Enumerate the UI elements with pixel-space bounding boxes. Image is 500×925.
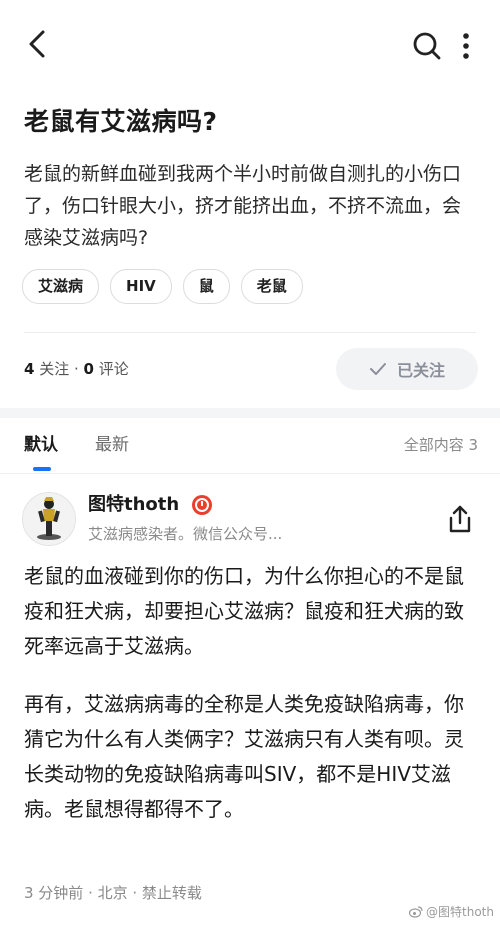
tag-mouse[interactable]: 老鼠 bbox=[240, 269, 303, 304]
avatar[interactable] bbox=[22, 492, 76, 546]
follow-count: 4 bbox=[24, 360, 35, 378]
all-content-count[interactable]: 全部内容 3 bbox=[404, 434, 478, 455]
question-title: 老鼠有艾滋病吗? bbox=[24, 107, 218, 136]
figurine-avatar-image bbox=[23, 493, 75, 545]
active-tab-indicator bbox=[33, 467, 51, 471]
answer-body: 老鼠的血液碰到你的伤口，为什么你担心的不是鼠疫和狂犬病，却要担心艾滋病？鼠疫和狂… bbox=[24, 559, 480, 850]
tab-default[interactable]: 默认 bbox=[24, 432, 58, 458]
followed-button-label: 已关注 bbox=[396, 361, 445, 380]
weibo-logo-icon bbox=[409, 905, 423, 918]
tag-aids[interactable]: 艾滋病 bbox=[22, 269, 100, 304]
check-icon bbox=[369, 363, 386, 375]
tag-rat[interactable]: 鼠 bbox=[182, 269, 230, 304]
answer-tabs: 默认 最新 全部内容 3 bbox=[0, 418, 500, 474]
followed-button[interactable]: 已关注 bbox=[336, 348, 478, 390]
verified-badge-icon bbox=[192, 495, 212, 515]
watermark-text: @图特thoth bbox=[426, 905, 494, 919]
more-vertical-icon[interactable] bbox=[458, 30, 474, 62]
share-icon[interactable] bbox=[446, 504, 474, 534]
divider bbox=[24, 332, 476, 333]
follow-label: 关注 · bbox=[34, 360, 84, 378]
search-icon[interactable] bbox=[412, 30, 442, 62]
author-bio: 艾滋病感染者。微信公众号... bbox=[88, 525, 283, 543]
back-arrow-icon[interactable] bbox=[24, 28, 52, 60]
divider bbox=[0, 473, 500, 474]
answer-paragraph: 再有，艾滋病病毒的全称是人类免疫缺陷病毒，你猜它为什么有人类俩字？艾滋病只有人类… bbox=[24, 692, 464, 821]
watermark: @图特thoth bbox=[409, 903, 494, 920]
answer-paragraph: 老鼠的血液碰到你的伤口，为什么你担心的不是鼠疫和狂犬病，却要担心艾滋病？鼠疫和狂… bbox=[24, 564, 464, 658]
top-bar bbox=[0, 0, 500, 90]
answer-meta: 3 分钟前 · 北京 · 禁止转载 bbox=[24, 884, 202, 902]
section-separator bbox=[0, 408, 500, 418]
question-description: 老鼠的新鲜血碰到我两个半小时前做自测扎的小伤口了，伤口针眼大小，挤才能挤出血，不… bbox=[24, 163, 462, 249]
question-stats: 4 关注 · 0 评论 bbox=[24, 356, 129, 382]
comment-label[interactable]: 评论 bbox=[94, 360, 129, 378]
tag-hiv[interactable]: HIV bbox=[110, 269, 172, 304]
topic-tags: 艾滋病 HIV 鼠 老鼠 bbox=[22, 269, 303, 304]
tab-latest[interactable]: 最新 bbox=[95, 432, 129, 458]
author-name[interactable]: 图特thoth bbox=[88, 492, 179, 518]
comment-count: 0 bbox=[83, 360, 94, 378]
